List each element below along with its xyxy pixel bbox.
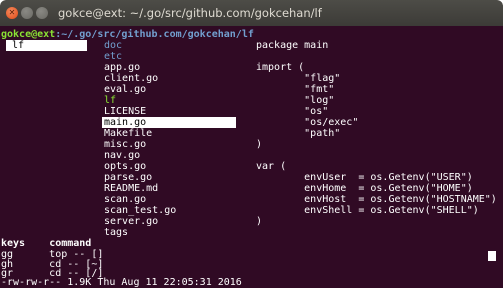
terminal-cursor xyxy=(488,251,496,261)
file-item[interactable]: Makefile xyxy=(104,128,152,139)
file-item[interactable]: LICENSE xyxy=(104,106,146,117)
preview-line: envShell = os.Getenv("SHELL") xyxy=(256,205,479,216)
close-button[interactable]: ✕ xyxy=(6,7,18,19)
preview-line: ) xyxy=(256,139,263,150)
terminal-window: ✕ gokce@ext: ~/.go/src/github.com/gokceh… xyxy=(0,0,503,288)
parent-dir-selected[interactable]: lf xyxy=(6,40,87,51)
preview-line: import ( xyxy=(256,62,305,73)
file-item[interactable]: lf xyxy=(104,95,116,106)
preview-line: "log" xyxy=(256,95,335,106)
file-item[interactable]: parse.go xyxy=(104,172,152,183)
file-item[interactable]: etc xyxy=(104,51,122,62)
preview-line: ) xyxy=(256,216,263,227)
file-item[interactable]: README.md xyxy=(104,183,158,194)
title-bar: ✕ gokce@ext: ~/.go/src/github.com/gokceh… xyxy=(0,0,503,26)
preview-line: "flag" xyxy=(256,73,341,84)
preview-line: var ( xyxy=(256,161,287,172)
file-item[interactable]: scan_test.go xyxy=(104,205,176,216)
file-item[interactable]: scan.go xyxy=(104,194,146,205)
status-line: -rw-rw-r-- 1.9K Thu Aug 11 22:05:31 2016 xyxy=(1,277,242,288)
preview-line: "fmt" xyxy=(256,84,335,95)
file-item[interactable]: app.go xyxy=(104,62,140,73)
preview-line: "os" xyxy=(256,106,329,117)
file-item[interactable]: misc.go xyxy=(104,139,146,150)
prompt-line: gokce@ext:~/.go/src/github.com/gokcehan/… xyxy=(1,29,254,40)
file-item[interactable]: opts.go xyxy=(104,161,146,172)
maximize-button[interactable] xyxy=(36,7,48,19)
command-column-header: command xyxy=(49,238,92,249)
minimize-button[interactable] xyxy=(21,7,33,19)
file-item[interactable]: doc xyxy=(104,40,122,51)
keys-column-header: keys xyxy=(1,238,26,249)
file-item[interactable]: nav.go xyxy=(104,150,140,161)
prompt-path: :~/.go/src/github.com/gokcehan/lf xyxy=(55,29,254,40)
preview-line: "path" xyxy=(256,128,341,139)
file-item[interactable]: client.go xyxy=(104,73,158,84)
file-item[interactable]: server.go xyxy=(104,216,158,227)
file-item[interactable]: eval.go xyxy=(104,84,146,95)
preview-line: envHome = os.Getenv("HOME") xyxy=(256,183,473,194)
preview-line: "os/exec" xyxy=(256,117,359,128)
file-item[interactable]: tags xyxy=(104,227,128,238)
terminal-content[interactable]: gokce@ext:~/.go/src/github.com/gokcehan/… xyxy=(0,26,503,288)
preview-line: package main xyxy=(256,40,329,51)
preview-line: envUser = os.Getenv("USER") xyxy=(256,172,473,183)
file-item[interactable]: main.go xyxy=(102,117,236,128)
window-title: gokce@ext: ~/.go/src/github.com/gokcehan… xyxy=(58,6,322,20)
prompt-user-host: gokce@ext xyxy=(1,29,56,40)
keys-header: keys command xyxy=(1,238,91,249)
preview-line: envHost = os.Getenv("HOSTNAME") xyxy=(256,194,497,205)
